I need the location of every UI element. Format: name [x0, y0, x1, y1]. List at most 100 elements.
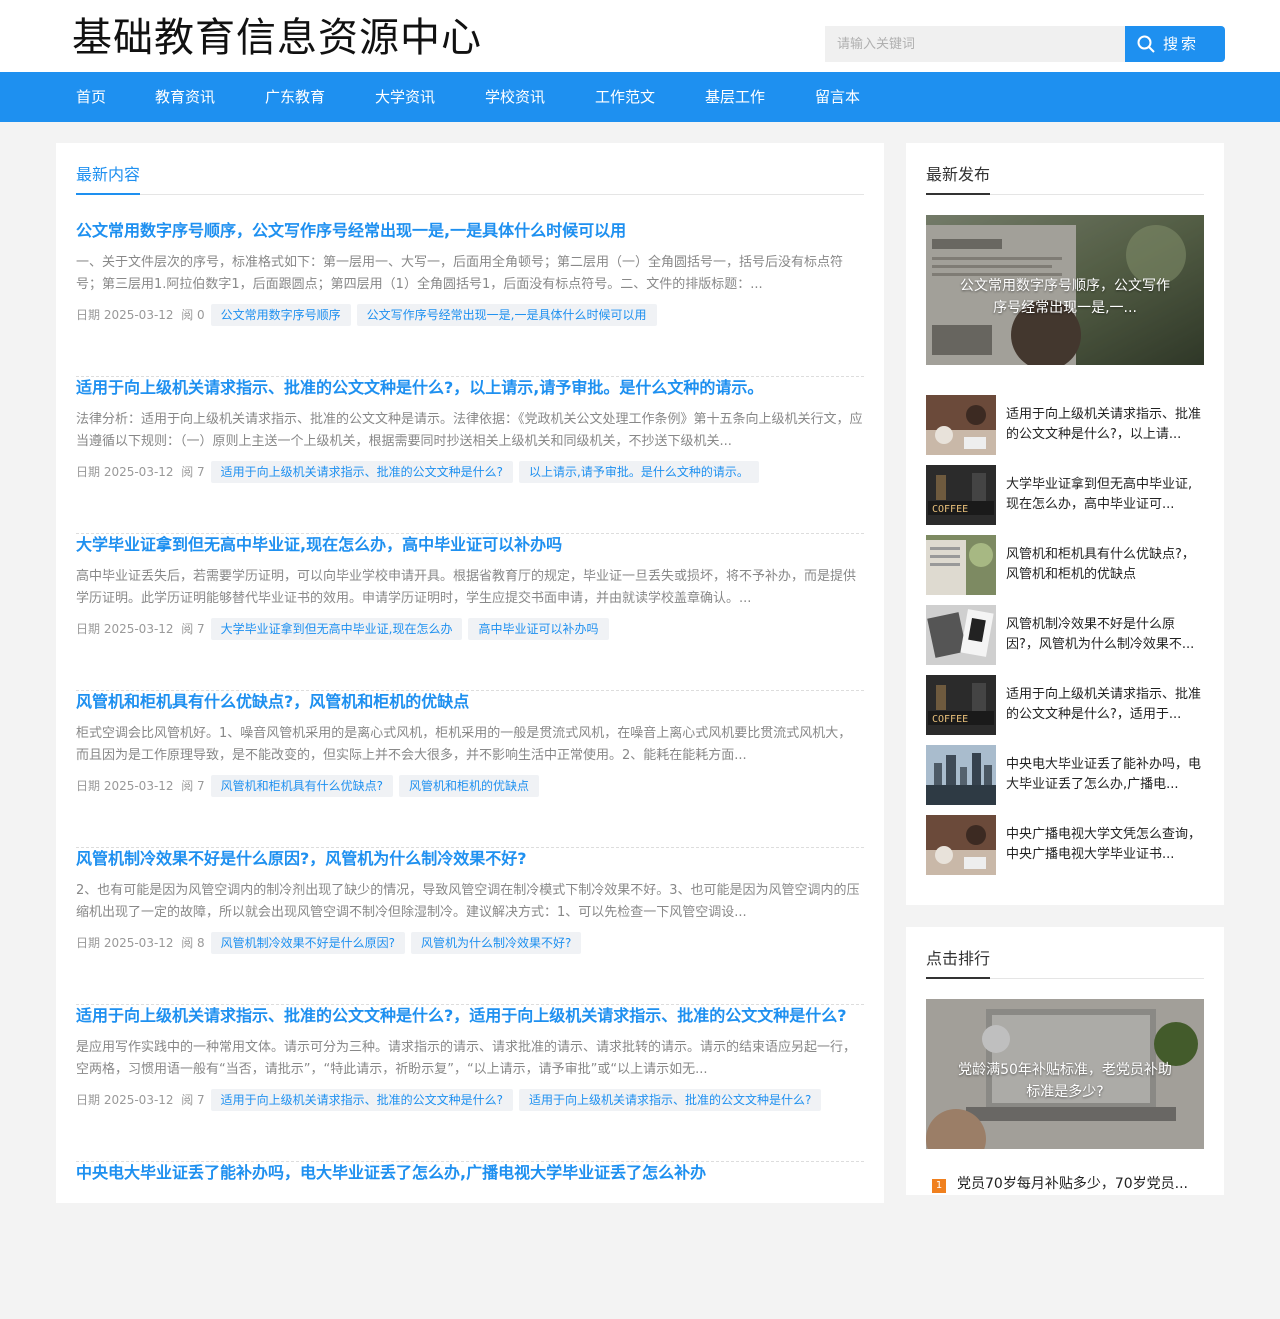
- search-button-label: 搜索: [1163, 35, 1200, 53]
- list-item-text: 风管机制冷效果不好是什么原因?，风管机为什么制冷效果不...: [1006, 617, 1195, 652]
- sidebar-title: 最新发布: [926, 163, 991, 195]
- list-item-text: 风管机和柜机具有什么优缺点?，风管机和柜机的优缺点: [1006, 547, 1195, 582]
- list-item[interactable]: 风管机和柜机具有什么优缺点?，风管机和柜机的优缺点: [926, 535, 1204, 595]
- post-views: 阅 8: [181, 936, 205, 950]
- list-item-text: 适用于向上级机关请求指示、批准的公文文种是什么?，以上请...: [1006, 407, 1202, 442]
- list-item-text: 中央广播电视大学文凭怎么查询，中央广播电视大学毕业证书...: [1006, 827, 1202, 862]
- post-tag[interactable]: 大学毕业证拿到但无高中毕业证,现在怎么办: [210, 618, 463, 640]
- header: 基础教育信息资源中心 搜索: [0, 0, 1280, 72]
- search-button[interactable]: 搜索: [1125, 26, 1225, 62]
- post-views: 阅 7: [181, 465, 205, 479]
- thumbnail-city: [926, 745, 996, 805]
- post-meta: 日期 2025-03-12 阅 7 适用于向上级机关请求指示、批准的公文文种是什么…: [76, 1089, 822, 1111]
- list-item[interactable]: COFFEE 适用于向上级机关请求指示、批准的公文文种是什么?，适用于...: [926, 675, 1204, 735]
- featured-post[interactable]: 党龄满50年补贴标准，老党员补助标准是多少?: [926, 999, 1204, 1149]
- list-item[interactable]: 适用于向上级机关请求指示、批准的公文文种是什么?，以上请...: [926, 395, 1204, 455]
- post-item: 适用于向上级机关请求指示、批准的公文文种是什么?，适用于向上级机关请求指示、批准…: [76, 1005, 864, 1162]
- post-views: 阅 7: [181, 622, 205, 636]
- post-tag[interactable]: 适用于向上级机关请求指示、批准的公文文种是什么?: [519, 1089, 822, 1111]
- post-tag[interactable]: 以上请示,请予审批。是什么文种的请示。: [519, 461, 759, 483]
- post-meta: 日期 2025-03-12 阅 8 风管机制冷效果不好是什么原因? 风管机为什么制冷…: [76, 932, 582, 954]
- post-views: 阅 7: [181, 1093, 205, 1107]
- post-tag[interactable]: 适用于向上级机关请求指示、批准的公文文种是什么?: [210, 1089, 514, 1111]
- post-date: 日期 2025-03-12: [76, 622, 174, 636]
- post-item: 中央电大毕业证丢了能补办吗，电大毕业证丢了怎么办,广播电视大学毕业证丢了怎么补办: [76, 1162, 864, 1319]
- list-item-text: 大学毕业证拿到但无高中毕业证,现在怎么办，高中毕业证可...: [1006, 477, 1193, 512]
- post-tag[interactable]: 公文常用数字序号顺序: [210, 304, 351, 326]
- nav-guangdong-education[interactable]: 广东教育: [265, 72, 325, 122]
- thumbnail-hands: [926, 395, 996, 455]
- post-meta: 日期 2025-03-12 阅 7 大学毕业证拿到但无高中毕业证,现在怎么办 高中毕…: [76, 618, 609, 640]
- post-tag[interactable]: 风管机为什么制冷效果不好?: [411, 932, 582, 954]
- latest-content-panel: 最新内容 公文常用数字序号顺序，公文写作序号经常出现一是,一是具体什么时候可以用…: [56, 143, 884, 1203]
- post-excerpt: 2、也有可能是因为风管空调内的制冷剂出现了缺少的情况，导致风管空调在制冷模式下制…: [76, 883, 860, 920]
- rank-text: 党员70岁每月补贴多少，70岁党员...: [957, 1176, 1188, 1192]
- post-item: 风管机制冷效果不好是什么原因?，风管机为什么制冷效果不好? 2、也有可能是因为风…: [76, 848, 864, 1005]
- post-views: 阅 0: [181, 308, 205, 322]
- post-tag[interactable]: 适用于向上级机关请求指示、批准的公文文种是什么?: [210, 461, 514, 483]
- list-item[interactable]: 中央电大毕业证丢了能补办吗，电大毕业证丢了怎么办,广播电...: [926, 745, 1204, 805]
- latest-releases-panel: 最新发布 公文常用数字序号顺序，公文写作序号经常出现一是,一... 适用于向上级…: [906, 143, 1224, 905]
- post-title[interactable]: 公文常用数字序号顺序，公文写作序号经常出现一是,一是具体什么时候可以用: [76, 220, 626, 242]
- search-input[interactable]: [825, 26, 1125, 62]
- post-date: 日期 2025-03-12: [76, 1093, 174, 1107]
- click-ranking-panel: 点击排行 党龄满50年补贴标准，老党员补助标准是多少? 1 党员70岁每月补贴多…: [906, 927, 1224, 1195]
- search-icon: [1137, 35, 1155, 53]
- sidebar-title: 点击排行: [926, 947, 991, 979]
- thumbnail-coffee: COFFEE: [926, 465, 996, 525]
- nav-guestbook[interactable]: 留言本: [815, 72, 860, 122]
- thumbnail-desk: [926, 605, 996, 665]
- post-item: 适用于向上级机关请求指示、批准的公文文种是什么?，以上请示,请予审批。是什么文种…: [76, 377, 864, 534]
- post-meta: 日期 2025-03-12 阅 7 适用于向上级机关请求指示、批准的公文文种是什么…: [76, 461, 759, 483]
- nav-work-essays[interactable]: 工作范文: [595, 72, 655, 122]
- sidebar-header: 最新发布: [926, 163, 1204, 195]
- post-title[interactable]: 风管机制冷效果不好是什么原因?，风管机为什么制冷效果不好?: [76, 848, 527, 870]
- list-item-text: 适用于向上级机关请求指示、批准的公文文种是什么?，适用于...: [1006, 687, 1202, 722]
- featured-caption: 公文常用数字序号顺序，公文写作序号经常出现一是,一...: [960, 278, 1170, 316]
- svg-text:COFFEE: COFFEE: [932, 714, 968, 725]
- post-item: 大学毕业证拿到但无高中毕业证,现在怎么办，高中毕业证可以补办吗 高中毕业证丢失后…: [76, 534, 864, 691]
- svg-text:COFFEE: COFFEE: [932, 504, 968, 515]
- post-tag[interactable]: 风管机制冷效果不好是什么原因?: [210, 932, 406, 954]
- post-tag[interactable]: 风管机和柜机具有什么优缺点?: [210, 775, 394, 797]
- thumbnail-coffee: COFFEE: [926, 675, 996, 735]
- section-title: 最新内容: [76, 163, 141, 195]
- post-excerpt: 法律分析：适用于向上级机关请求指示、批准的公文文种是请示。法律依据：《党政机关公…: [76, 412, 863, 449]
- post-title[interactable]: 适用于向上级机关请求指示、批准的公文文种是什么?，以上请示,请予审批。是什么文种…: [76, 377, 763, 399]
- post-item: 风管机和柜机具有什么优缺点?，风管机和柜机的优缺点 柜式空调会比风管机好。1、噪…: [76, 691, 864, 848]
- featured-caption: 党龄满50年补贴标准，老党员补助标准是多少?: [958, 1062, 1172, 1100]
- list-item[interactable]: COFFEE 大学毕业证拿到但无高中毕业证,现在怎么办，高中毕业证可...: [926, 465, 1204, 525]
- post-date: 日期 2025-03-12: [76, 308, 174, 322]
- nav-grassroots-work[interactable]: 基层工作: [705, 72, 765, 122]
- rank-badge: 1: [932, 1179, 946, 1193]
- post-excerpt: 柜式空调会比风管机好。1、噪音风管机采用的是离心式风机，柜机采用的一般是贯流式风…: [76, 726, 852, 763]
- list-item[interactable]: 中央广播电视大学文凭怎么查询，中央广播电视大学毕业证书...: [926, 815, 1204, 875]
- featured-post[interactable]: 公文常用数字序号顺序，公文写作序号经常出现一是,一...: [926, 215, 1204, 365]
- thumbnail-newspaper: [926, 535, 996, 595]
- main-nav: 首页 教育资讯 广东教育 大学资讯 学校资讯 工作范文 基层工作 留言本: [0, 72, 1280, 122]
- site-title[interactable]: 基础教育信息资源中心: [72, 14, 482, 62]
- post-tag[interactable]: 高中毕业证可以补办吗: [468, 618, 609, 640]
- section-header: 最新内容: [76, 163, 864, 195]
- post-title[interactable]: 风管机和柜机具有什么优缺点?，风管机和柜机的优缺点: [76, 691, 469, 713]
- post-date: 日期 2025-03-12: [76, 936, 174, 950]
- post-title[interactable]: 大学毕业证拿到但无高中毕业证,现在怎么办，高中毕业证可以补办吗: [76, 534, 562, 556]
- list-item[interactable]: 风管机制冷效果不好是什么原因?，风管机为什么制冷效果不...: [926, 605, 1204, 665]
- post-views: 阅 7: [181, 779, 205, 793]
- post-meta: 日期 2025-03-12 阅 7 风管机和柜机具有什么优缺点? 风管机和柜机的优缺…: [76, 775, 540, 797]
- nav-school-news[interactable]: 学校资讯: [485, 72, 545, 122]
- nav-education-news[interactable]: 教育资讯: [155, 72, 215, 122]
- nav-home[interactable]: 首页: [76, 72, 106, 122]
- post-tag[interactable]: 公文写作序号经常出现一是,一是具体什么时候可以用: [356, 304, 657, 326]
- post-tag[interactable]: 风管机和柜机的优缺点: [399, 775, 540, 797]
- post-date: 日期 2025-03-12: [76, 465, 174, 479]
- nav-university-news[interactable]: 大学资讯: [375, 72, 435, 122]
- post-item: 公文常用数字序号顺序，公文写作序号经常出现一是,一是具体什么时候可以用 一、关于…: [76, 220, 864, 377]
- post-title[interactable]: 中央电大毕业证丢了能补办吗，电大毕业证丢了怎么办,广播电视大学毕业证丢了怎么补办: [76, 1162, 706, 1184]
- post-excerpt: 是应用写作实践中的一种常用文体。请示可分为三种。请求指示的请示、请求批准的请示、…: [76, 1040, 857, 1077]
- post-title[interactable]: 适用于向上级机关请求指示、批准的公文文种是什么?，适用于向上级机关请求指示、批准…: [76, 1005, 847, 1027]
- post-meta: 日期 2025-03-12 阅 0 公文常用数字序号顺序 公文写作序号经常出现一是,…: [76, 304, 657, 326]
- post-date: 日期 2025-03-12: [76, 779, 174, 793]
- ranking-item[interactable]: 1 党员70岁每月补贴多少，70岁党员...: [926, 1173, 1204, 1195]
- search-box: 搜索: [825, 26, 1225, 62]
